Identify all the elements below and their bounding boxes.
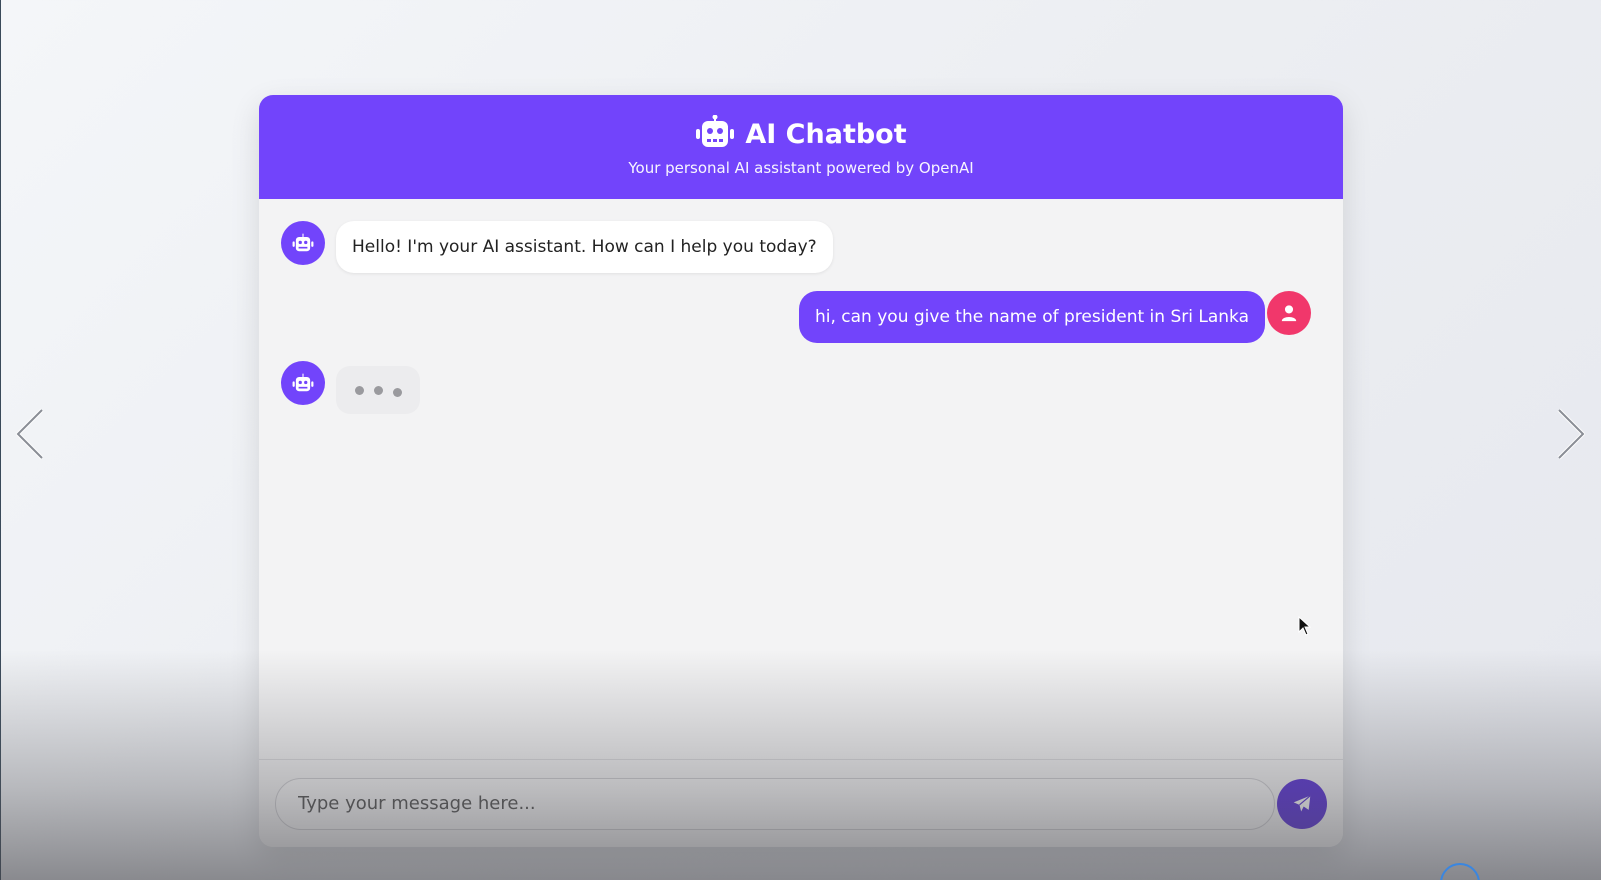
bot-avatar [281,221,325,265]
chat-window: AI Chatbot Your personal AI assistant po… [259,95,1343,847]
header-title-row: AI Chatbot [259,114,1343,153]
user-message: hi, can you give the name of president i… [798,291,1311,343]
typing-dot [392,387,402,397]
chevron-right-icon [1557,408,1585,460]
prev-slide-button[interactable] [12,408,52,460]
paper-plane-icon [1293,794,1311,811]
page-subtitle: Your personal AI assistant powered by Op… [628,159,974,177]
message-bubble: hi, can you give the name of president i… [798,291,1265,343]
bot-message: Hello! I'm your AI assistant. How can I … [281,221,833,273]
send-button[interactable] [1277,778,1327,829]
page-title: AI Chatbot [745,118,907,150]
message-bubble: Hello! I'm your AI assistant. How can I … [336,221,833,273]
robot-icon [695,114,735,153]
composer [259,759,1343,847]
chevron-left-icon [16,408,44,460]
user-icon [1281,305,1297,322]
robot-icon [292,373,314,392]
loading-spinner-icon [1440,863,1480,880]
typing-dot [354,385,364,395]
mouse-cursor-icon [1298,615,1312,640]
user-avatar [1267,291,1311,335]
typing-indicator [336,366,420,414]
robot-icon [292,233,314,252]
message-list: Hello! I'm your AI assistant. How can I … [259,199,1343,759]
message-input[interactable] [275,777,1275,830]
bot-avatar [281,361,325,405]
bot-typing-message [281,361,420,414]
next-slide-button[interactable] [1549,408,1589,460]
chat-header: AI Chatbot Your personal AI assistant po… [259,95,1343,199]
window-edge [0,0,1,880]
typing-dot [373,385,383,395]
